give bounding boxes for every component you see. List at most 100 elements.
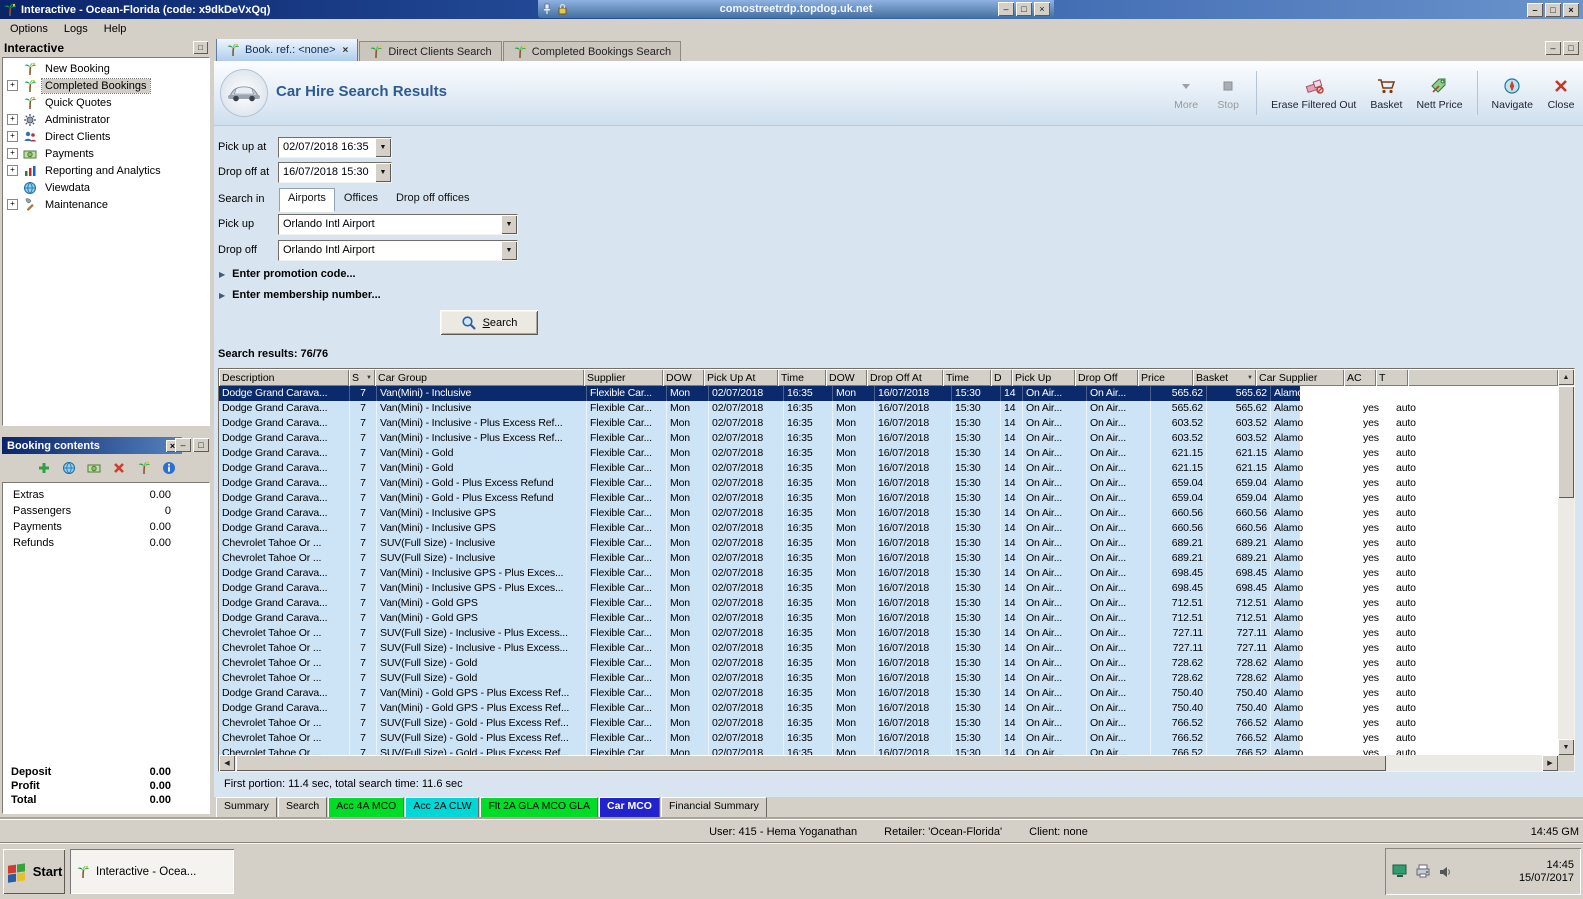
result-row[interactable]: Chevrolet Tahoe Or ...7SUV(Full Size) - … [219,641,1300,656]
pickup-combobox[interactable]: ▼ [278,214,518,235]
column-header-description[interactable]: Description [219,369,349,386]
mdi-restore-button[interactable]: □ [1563,41,1579,55]
result-row[interactable]: Dodge Grand Carava...7Van(Mini) - Gold G… [219,701,1300,716]
column-header-time[interactable]: Time [943,369,991,386]
dropoff-at-dropdown-icon[interactable]: ▼ [375,163,391,182]
column-header-d[interactable]: D [991,369,1012,386]
dropoff-dropdown-icon[interactable]: ▼ [501,241,517,260]
column-header-basket[interactable]: Basket▼ [1193,369,1256,386]
column-header-supplier[interactable]: Supplier [584,369,663,386]
result-row[interactable]: Chevrolet Tahoe Or ...7SUV(Full Size) - … [219,551,1300,566]
vertical-scrollbar[interactable]: ▲ ▼ [1558,369,1574,755]
start-button[interactable]: Start [3,849,65,894]
bottom-tab-flt-2a-gla-mco-gla[interactable]: Flt 2A GLA MCO GLA [480,797,598,819]
mdi-minimize-button[interactable]: – [1545,41,1561,55]
search-in-tab-offices[interactable]: Offices [335,188,387,212]
column-header-drop-off[interactable]: Drop Off [1075,369,1138,386]
tab-completed-bookings-search[interactable]: Completed Bookings Search [503,41,681,61]
result-row[interactable]: Dodge Grand Carava...7Van(Mini) - GoldFl… [219,446,1300,461]
result-row[interactable]: Chevrolet Tahoe Or ...7SUV(Full Size) - … [219,731,1300,746]
dropoff-input[interactable] [280,242,504,258]
printer-tray-icon[interactable] [1415,864,1431,879]
column-header-pick-up-at[interactable]: Pick Up At [704,369,778,386]
web-icon[interactable] [61,460,77,476]
palm-icon[interactable] [136,460,152,476]
sidebar-item-maintenance[interactable]: +Maintenance [3,196,209,213]
toolbar-nett-price[interactable]: Nett Price [1416,76,1462,111]
result-row[interactable]: Dodge Grand Carava...7Van(Mini) - Gold G… [219,611,1300,626]
taskbar-task-button[interactable]: Interactive - Ocea... [70,849,234,894]
result-row[interactable]: Dodge Grand Carava...7Van(Mini) - Gold G… [219,686,1300,701]
menu-item-logs[interactable]: Logs [56,20,96,38]
scroll-down-button[interactable]: ▼ [1558,739,1574,755]
search-button[interactable]: Search [440,310,538,335]
booking-row-extras[interactable]: Extras0.00 [3,487,209,503]
column-header-dow[interactable]: DOW [826,369,867,386]
result-row[interactable]: Dodge Grand Carava...7Van(Mini) - Inclus… [219,506,1300,521]
pickup-at-dropdown-icon[interactable]: ▼ [375,138,391,157]
menu-item-help[interactable]: Help [96,20,135,38]
vertical-scroll-thumb[interactable] [1558,386,1574,498]
dropoff-at-field[interactable]: ▼ [278,162,392,183]
column-header-dow[interactable]: DOW [663,369,704,386]
sidebar-item-quick-quotes[interactable]: Quick Quotes [3,94,209,111]
menu-item-options[interactable]: Options [2,20,56,38]
toolbar-close[interactable]: Close [1547,76,1575,111]
sidebar-item-viewdata[interactable]: Viewdata [3,179,209,196]
result-row[interactable]: Dodge Grand Carava...7Van(Mini) - Gold G… [219,596,1300,611]
scroll-left-button[interactable]: ◀ [219,755,235,771]
pin-icon[interactable] [542,3,552,15]
toolbar-basket[interactable]: Basket [1370,76,1402,111]
column-header-pick-up[interactable]: Pick Up [1012,369,1075,386]
sidebar-item-completed-bookings[interactable]: +Completed Bookings [3,77,209,94]
info-icon[interactable] [161,460,177,476]
sidebar-item-reporting-and-analytics[interactable]: +Reporting and Analytics [3,162,209,179]
booking-row-payments[interactable]: Payments0.00 [3,519,209,535]
window-close-button[interactable]: × [1563,3,1579,17]
tab-book-ref-none[interactable]: Book. ref.: <none>× [216,39,358,61]
expand-icon[interactable]: + [7,148,18,159]
tab-close-icon[interactable]: × [343,45,349,56]
result-row[interactable]: Dodge Grand Carava...7Van(Mini) - Inclus… [219,386,1300,401]
column-header-ac[interactable]: AC [1344,369,1376,386]
scroll-right-button[interactable]: ▶ [1542,755,1558,771]
bottom-tab-acc-2a-clw[interactable]: Acc 2A CLW [405,797,479,819]
search-in-tab-drop-off-offices[interactable]: Drop off offices [387,188,479,212]
horizontal-scroll-thumb[interactable] [236,755,1386,771]
column-header-car-supplier[interactable]: Car Supplier [1256,369,1344,386]
expand-icon[interactable]: + [7,131,18,142]
bottom-tab-car-mco[interactable]: Car MCO [599,797,660,821]
column-header-t[interactable]: T [1376,369,1408,386]
pickup-input[interactable] [280,216,504,232]
dropoff-at-input[interactable] [280,164,378,180]
column-header-s[interactable]: S▼ [349,369,375,386]
dropoff-combobox[interactable]: ▼ [278,240,518,261]
booking-row-passengers[interactable]: Passengers0 [3,503,209,519]
expand-icon[interactable]: + [7,165,18,176]
booking-restore-button[interactable]: – [175,438,191,452]
column-header-time[interactable]: Time [778,369,826,386]
result-row[interactable]: Dodge Grand Carava...7Van(Mini) - Inclus… [219,566,1300,581]
toolbar-erase-filtered-out[interactable]: Erase Filtered Out [1271,76,1356,111]
membership-number-expander[interactable]: ▶ Enter membership number... [219,289,381,301]
scroll-up-button[interactable]: ▲ [1558,369,1574,385]
result-row[interactable]: Dodge Grand Carava...7Van(Mini) - Inclus… [219,521,1300,536]
rdp-connection-bar[interactable]: comostreetrdp.topdog.uk.net – □ × [538,0,1054,18]
bottom-tab-search[interactable]: Search [278,797,327,819]
bottom-tab-financial-summary[interactable]: Financial Summary [661,797,767,819]
display-tray-icon[interactable] [1392,864,1408,879]
rdp-restore-button[interactable]: □ [1016,2,1032,16]
pickup-at-field[interactable]: ▼ [278,137,392,158]
column-header-drop-off-at[interactable]: Drop Off At [867,369,943,386]
sidebar-item-payments[interactable]: +Payments [3,145,209,162]
pickup-at-input[interactable] [280,139,378,155]
delete-icon[interactable] [111,460,127,476]
window-maximize-button[interactable]: □ [1545,3,1561,17]
expand-icon[interactable]: + [7,199,18,210]
rdp-minimize-button[interactable]: – [998,2,1014,16]
booking-row-refunds[interactable]: Refunds0.00 [3,535,209,551]
panel-collapse-button[interactable]: □ [193,41,208,54]
result-row[interactable]: Chevrolet Tahoe Or ...7SUV(Full Size) - … [219,656,1300,671]
horizontal-scrollbar[interactable]: ◀ ▶ [219,755,1558,771]
result-row[interactable]: Dodge Grand Carava...7Van(Mini) - Gold -… [219,476,1300,491]
